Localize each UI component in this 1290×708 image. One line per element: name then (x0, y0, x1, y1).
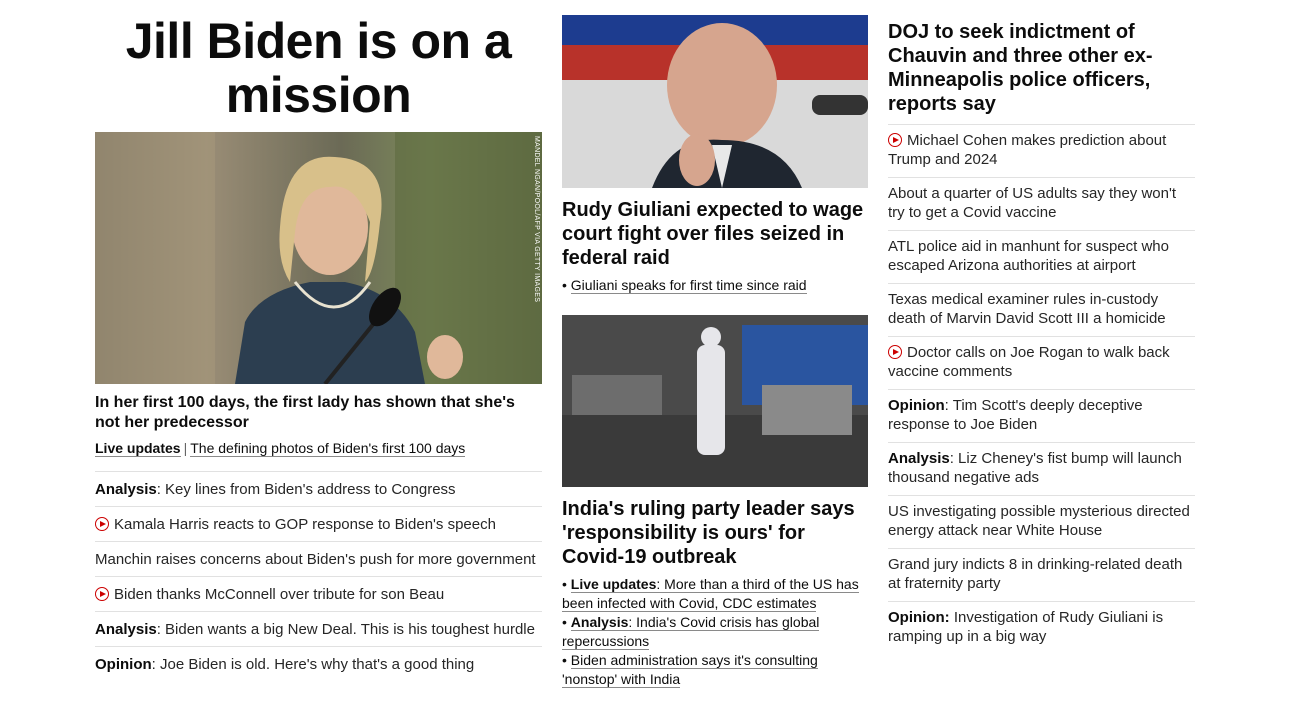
item-text: : Joe Biden is old. Here's why that's a … (151, 656, 475, 673)
lead-related-links: Live updates | The defining photos of Bide… (95, 439, 542, 472)
item-text: ATL police aid in manhunt for suspect wh… (888, 238, 1169, 274)
item-text: : Key lines from Biden's address to Cong… (156, 481, 456, 498)
list-item[interactable]: Analysis: Key lines from Biden's address… (95, 472, 542, 507)
list-item[interactable]: US investigating possible mysterious dir… (888, 496, 1195, 549)
list-item[interactable]: Doctor calls on Joe Rogan to walk back v… (888, 337, 1195, 390)
item-label: Analysis (888, 450, 950, 467)
lead-headline[interactable]: Jill Biden is on a mission (95, 14, 542, 122)
india-related: • Live updates: More than a third of the… (562, 575, 868, 689)
headlines-list: Michael Cohen makes prediction about Tru… (888, 125, 1195, 654)
link-separator: | (183, 440, 188, 456)
related-item[interactable]: • Live updates: More than a third of the… (562, 575, 868, 613)
list-item[interactable]: Kamala Harris reacts to GOP response to … (95, 507, 542, 542)
item-text: Kamala Harris reacts to GOP response to … (114, 516, 496, 533)
item-label: Opinion (888, 397, 945, 414)
item-text: Manchin raises concerns about Biden's pu… (95, 551, 536, 568)
related-item[interactable]: • Analysis: India's Covid crisis has glo… (562, 613, 868, 651)
item-text: US investigating possible mysterious dir… (888, 503, 1190, 539)
live-updates-link[interactable]: Live updates (95, 440, 181, 457)
related-link[interactable]: Giuliani speaks for first time since rai… (570, 277, 807, 294)
item-label: Analysis (95, 621, 157, 638)
list-item[interactable]: Michael Cohen makes prediction about Tru… (888, 125, 1195, 178)
play-video-icon (95, 587, 109, 601)
related-item[interactable]: • Giuliani speaks for first time since r… (562, 276, 868, 295)
defining-photos-link[interactable]: The defining photos of Biden's first 100… (190, 440, 466, 457)
lead-story-photo[interactable]: MANDEL NGAN/POOL/AFP VIA GETTY IMAGES (95, 132, 542, 384)
item-label: Opinion (95, 656, 152, 673)
list-item[interactable]: Opinion: Investigation of Rudy Giuliani … (888, 602, 1195, 654)
list-item[interactable]: Opinion: Tim Scott's deeply deceptive re… (888, 390, 1195, 443)
list-item[interactable]: Biden thanks McConnell over tribute for … (95, 577, 542, 612)
giuliani-photo-illustration (562, 15, 868, 188)
lead-story-column: Jill Biden is on a mission MANDEL NGAN/P… (95, 14, 542, 681)
related-label: Live updates (570, 576, 657, 592)
item-text: Michael Cohen makes prediction about Tru… (888, 132, 1167, 168)
india-headline[interactable]: India's ruling party leader says 'respon… (562, 497, 868, 569)
item-text: Biden thanks McConnell over tribute for … (114, 586, 445, 603)
item-text: About a quarter of US adults say they wo… (888, 185, 1177, 221)
play-video-icon (888, 345, 902, 359)
list-item[interactable]: Manchin raises concerns about Biden's pu… (95, 542, 542, 577)
item-text: Texas medical examiner rules in-custody … (888, 291, 1166, 327)
headlines-column: DOJ to seek indictment of Chauvin and th… (888, 20, 1195, 654)
giuliani-related: • Giuliani speaks for first time since r… (562, 276, 868, 295)
india-covid-photo-illustration (562, 315, 868, 487)
secondary-stories-column: Rudy Giuliani expected to wage court fig… (562, 15, 868, 689)
item-text: Grand jury indicts 8 in drinking-related… (888, 556, 1183, 592)
item-label: Opinion: (888, 609, 950, 626)
india-covid-photo[interactable] (562, 315, 868, 487)
giuliani-headline[interactable]: Rudy Giuliani expected to wage court fig… (562, 198, 868, 270)
list-item[interactable]: Analysis: Biden wants a big New Deal. Th… (95, 612, 542, 647)
lead-subheadline[interactable]: In her first 100 days, the first lady ha… (95, 393, 542, 433)
item-text: : Biden wants a big New Deal. This is hi… (156, 621, 535, 638)
related-label: Analysis (570, 614, 629, 630)
doj-headline[interactable]: DOJ to seek indictment of Chauvin and th… (888, 20, 1195, 125)
play-video-icon (95, 517, 109, 531)
item-text: Doctor calls on Joe Rogan to walk back v… (888, 344, 1170, 380)
related-link[interactable]: Biden administration says it's consultin… (562, 652, 818, 688)
photo-credit: MANDEL NGAN/POOL/AFP VIA GETTY IMAGES (533, 136, 540, 303)
related-item[interactable]: • Biden administration says it's consult… (562, 651, 868, 689)
giuliani-photo[interactable] (562, 15, 868, 188)
jill-biden-photo-illustration (95, 132, 542, 384)
list-item[interactable]: Grand jury indicts 8 in drinking-related… (888, 549, 1195, 602)
item-label: Analysis (95, 481, 157, 498)
lead-story-list: Analysis: Key lines from Biden's address… (95, 472, 542, 681)
list-item[interactable]: Texas medical examiner rules in-custody … (888, 284, 1195, 337)
list-item[interactable]: Analysis: Liz Cheney's fist bump will la… (888, 443, 1195, 496)
list-item[interactable]: ATL police aid in manhunt for suspect wh… (888, 231, 1195, 284)
play-video-icon (888, 133, 902, 147)
list-item[interactable]: About a quarter of US adults say they wo… (888, 178, 1195, 231)
list-item[interactable]: Opinion: Joe Biden is old. Here's why th… (95, 647, 542, 681)
